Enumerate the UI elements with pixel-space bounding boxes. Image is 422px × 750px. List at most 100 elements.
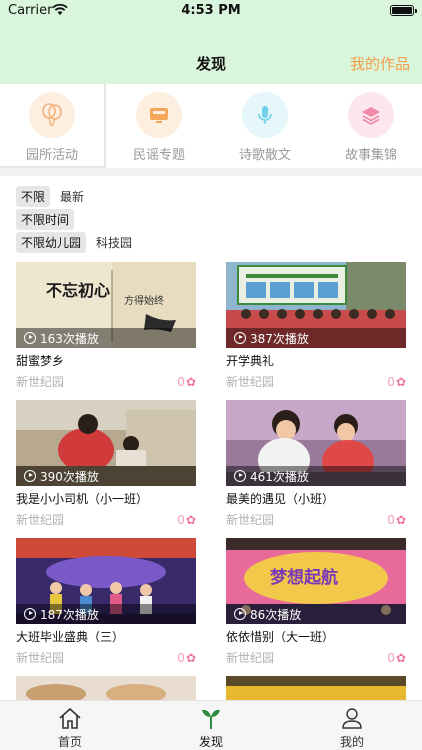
tab-label: 发现 bbox=[198, 735, 223, 749]
tab-label: 我的 bbox=[339, 735, 364, 749]
video-thumbnail[interactable]: 梦想起航 86次播放 bbox=[226, 538, 406, 624]
video-card[interactable]: 梦想起航 86次播放 依依惜别（大一班） 新世纪园 0 ✿ bbox=[226, 538, 406, 666]
category-label: 民谣专题 bbox=[132, 148, 185, 163]
tab-discover[interactable]: 发现 bbox=[141, 701, 281, 750]
school-name: 新世纪园 bbox=[226, 375, 275, 389]
like-count: 0 bbox=[387, 512, 395, 527]
play-count: 390次播放 bbox=[40, 469, 99, 484]
my-works-button[interactable]: 我的作品 bbox=[350, 53, 410, 74]
tab-bar: 首页 发现 我的 bbox=[0, 700, 422, 750]
clock: 4:53 PM bbox=[181, 3, 241, 18]
filter-tech-park-option[interactable]: 科技园 bbox=[96, 234, 132, 251]
like-button[interactable]: 0 ✿ bbox=[177, 373, 196, 390]
filter-row-sort: 不限 最新 bbox=[16, 185, 84, 207]
sprout-icon bbox=[202, 709, 220, 729]
flower-icon: ✿ bbox=[185, 374, 196, 389]
play-count-bar: 187次播放 bbox=[16, 604, 196, 624]
filter-unlimited-chip[interactable]: 不限 bbox=[16, 185, 51, 207]
play-count-bar: 387次播放 bbox=[226, 328, 406, 348]
play-count: 461次播放 bbox=[250, 469, 309, 484]
category-label: 故事集锦 bbox=[344, 148, 397, 163]
filter-any-kindergarten-chip[interactable]: 不限幼儿园 bbox=[16, 231, 87, 253]
play-icon bbox=[234, 608, 246, 620]
category-poetry-prose[interactable]: 诗歌散文 bbox=[212, 84, 318, 168]
tab-mine[interactable]: 我的 bbox=[282, 701, 422, 750]
video-card[interactable] bbox=[16, 676, 196, 700]
like-count: 0 bbox=[387, 650, 395, 665]
play-count-bar: 390次播放 bbox=[16, 466, 196, 486]
video-card[interactable]: 不忘初心 方得始终 163次播放 甜蜜梦乡 新世纪园 0 ✿ bbox=[16, 262, 196, 390]
home-icon bbox=[59, 707, 81, 729]
battery-icon bbox=[390, 5, 417, 16]
school-name: 新世纪园 bbox=[16, 513, 65, 527]
filter-row-kindergarten: 不限幼儿园 科技园 bbox=[16, 231, 132, 253]
layers-icon bbox=[348, 92, 394, 138]
video-thumbnail[interactable]: 461次播放 bbox=[226, 400, 406, 486]
category-story-collection[interactable]: 故事集锦 bbox=[318, 84, 422, 168]
video-card[interactable]: 187次播放 大班毕业盛典（三） 新世纪园 0 ✿ bbox=[16, 538, 196, 666]
status-bar: Carrier 4:53 PM bbox=[0, 0, 422, 22]
video-title[interactable]: 大班毕业盛典（三） bbox=[16, 628, 196, 645]
video-thumbnail[interactable] bbox=[226, 676, 406, 700]
user-icon bbox=[342, 708, 362, 729]
tab-home[interactable]: 首页 bbox=[0, 701, 140, 750]
category-folk-songs[interactable]: 民谣专题 bbox=[106, 84, 212, 168]
video-title[interactable]: 依依惜别（大一班） bbox=[226, 628, 406, 645]
play-icon bbox=[24, 332, 36, 344]
like-count: 0 bbox=[177, 650, 185, 665]
guitar-box-icon bbox=[136, 92, 182, 138]
category-campus-activities[interactable]: 园所活动 bbox=[0, 84, 106, 168]
category-bar: 园所活动 民谣专题 诗歌散文 故事集锦 bbox=[0, 84, 422, 168]
video-thumbnail[interactable]: 不忘初心 方得始终 163次播放 bbox=[16, 262, 196, 348]
calligraphy-text: 方得始终 bbox=[124, 294, 164, 307]
video-thumbnail[interactable]: 390次播放 bbox=[16, 400, 196, 486]
play-count-bar: 163次播放 bbox=[16, 328, 196, 348]
video-card[interactable]: 461次播放 最美的遇见（小班） 新世纪园 0 ✿ bbox=[226, 400, 406, 528]
flower-icon: ✿ bbox=[395, 512, 406, 527]
like-button[interactable]: 0 ✿ bbox=[387, 649, 406, 666]
school-name: 新世纪园 bbox=[16, 375, 65, 389]
play-count-bar: 461次播放 bbox=[226, 466, 406, 486]
tab-label: 首页 bbox=[57, 735, 82, 749]
video-title[interactable]: 开学典礼 bbox=[226, 352, 406, 369]
video-card[interactable] bbox=[226, 676, 406, 700]
play-count-bar: 86次播放 bbox=[226, 604, 406, 624]
video-card[interactable]: 387次播放 开学典礼 新世纪园 0 ✿ bbox=[226, 262, 406, 390]
like-button[interactable]: 0 ✿ bbox=[387, 373, 406, 390]
like-count: 0 bbox=[177, 512, 185, 527]
video-meta: 新世纪园 0 ✿ bbox=[226, 511, 406, 528]
flower-icon: ✿ bbox=[395, 374, 406, 389]
balloon-icon bbox=[29, 92, 75, 138]
video-card[interactable]: 390次播放 我是小小司机（小一班） 新世纪园 0 ✿ bbox=[16, 400, 196, 528]
calligraphy-text: 不忘初心 bbox=[46, 281, 110, 300]
play-count: 86次播放 bbox=[250, 607, 302, 622]
like-count: 0 bbox=[177, 374, 185, 389]
video-meta: 新世纪园 0 ✿ bbox=[16, 649, 196, 666]
school-name: 新世纪园 bbox=[226, 513, 275, 527]
banner-text: 梦想起航 bbox=[270, 567, 338, 588]
video-meta: 新世纪园 0 ✿ bbox=[16, 373, 196, 390]
microphone-icon bbox=[242, 92, 288, 138]
video-thumbnail[interactable] bbox=[16, 676, 196, 700]
like-button[interactable]: 0 ✿ bbox=[387, 511, 406, 528]
nav-bar: 发现 我的作品 bbox=[0, 22, 422, 84]
section-divider bbox=[0, 168, 422, 176]
video-thumbnail[interactable]: 187次播放 bbox=[16, 538, 196, 624]
like-button[interactable]: 0 ✿ bbox=[177, 511, 196, 528]
video-title[interactable]: 最美的遇见（小班） bbox=[226, 490, 406, 507]
play-count: 163次播放 bbox=[40, 331, 99, 346]
play-icon bbox=[234, 470, 246, 482]
filter-any-time-chip[interactable]: 不限时间 bbox=[16, 208, 75, 230]
play-icon bbox=[24, 470, 36, 482]
video-title[interactable]: 甜蜜梦乡 bbox=[16, 352, 196, 369]
filter-latest-option[interactable]: 最新 bbox=[60, 188, 84, 205]
category-label: 诗歌散文 bbox=[238, 148, 291, 163]
school-name: 新世纪园 bbox=[16, 651, 65, 665]
video-meta: 新世纪园 0 ✿ bbox=[16, 511, 196, 528]
video-title[interactable]: 我是小小司机（小一班） bbox=[16, 490, 196, 507]
flower-icon: ✿ bbox=[185, 512, 196, 527]
like-button[interactable]: 0 ✿ bbox=[177, 649, 196, 666]
filter-panel: 不限 最新 不限时间 不限幼儿园 科技园 bbox=[0, 176, 422, 256]
play-count: 387次播放 bbox=[250, 331, 309, 346]
video-thumbnail[interactable]: 387次播放 bbox=[226, 262, 406, 348]
